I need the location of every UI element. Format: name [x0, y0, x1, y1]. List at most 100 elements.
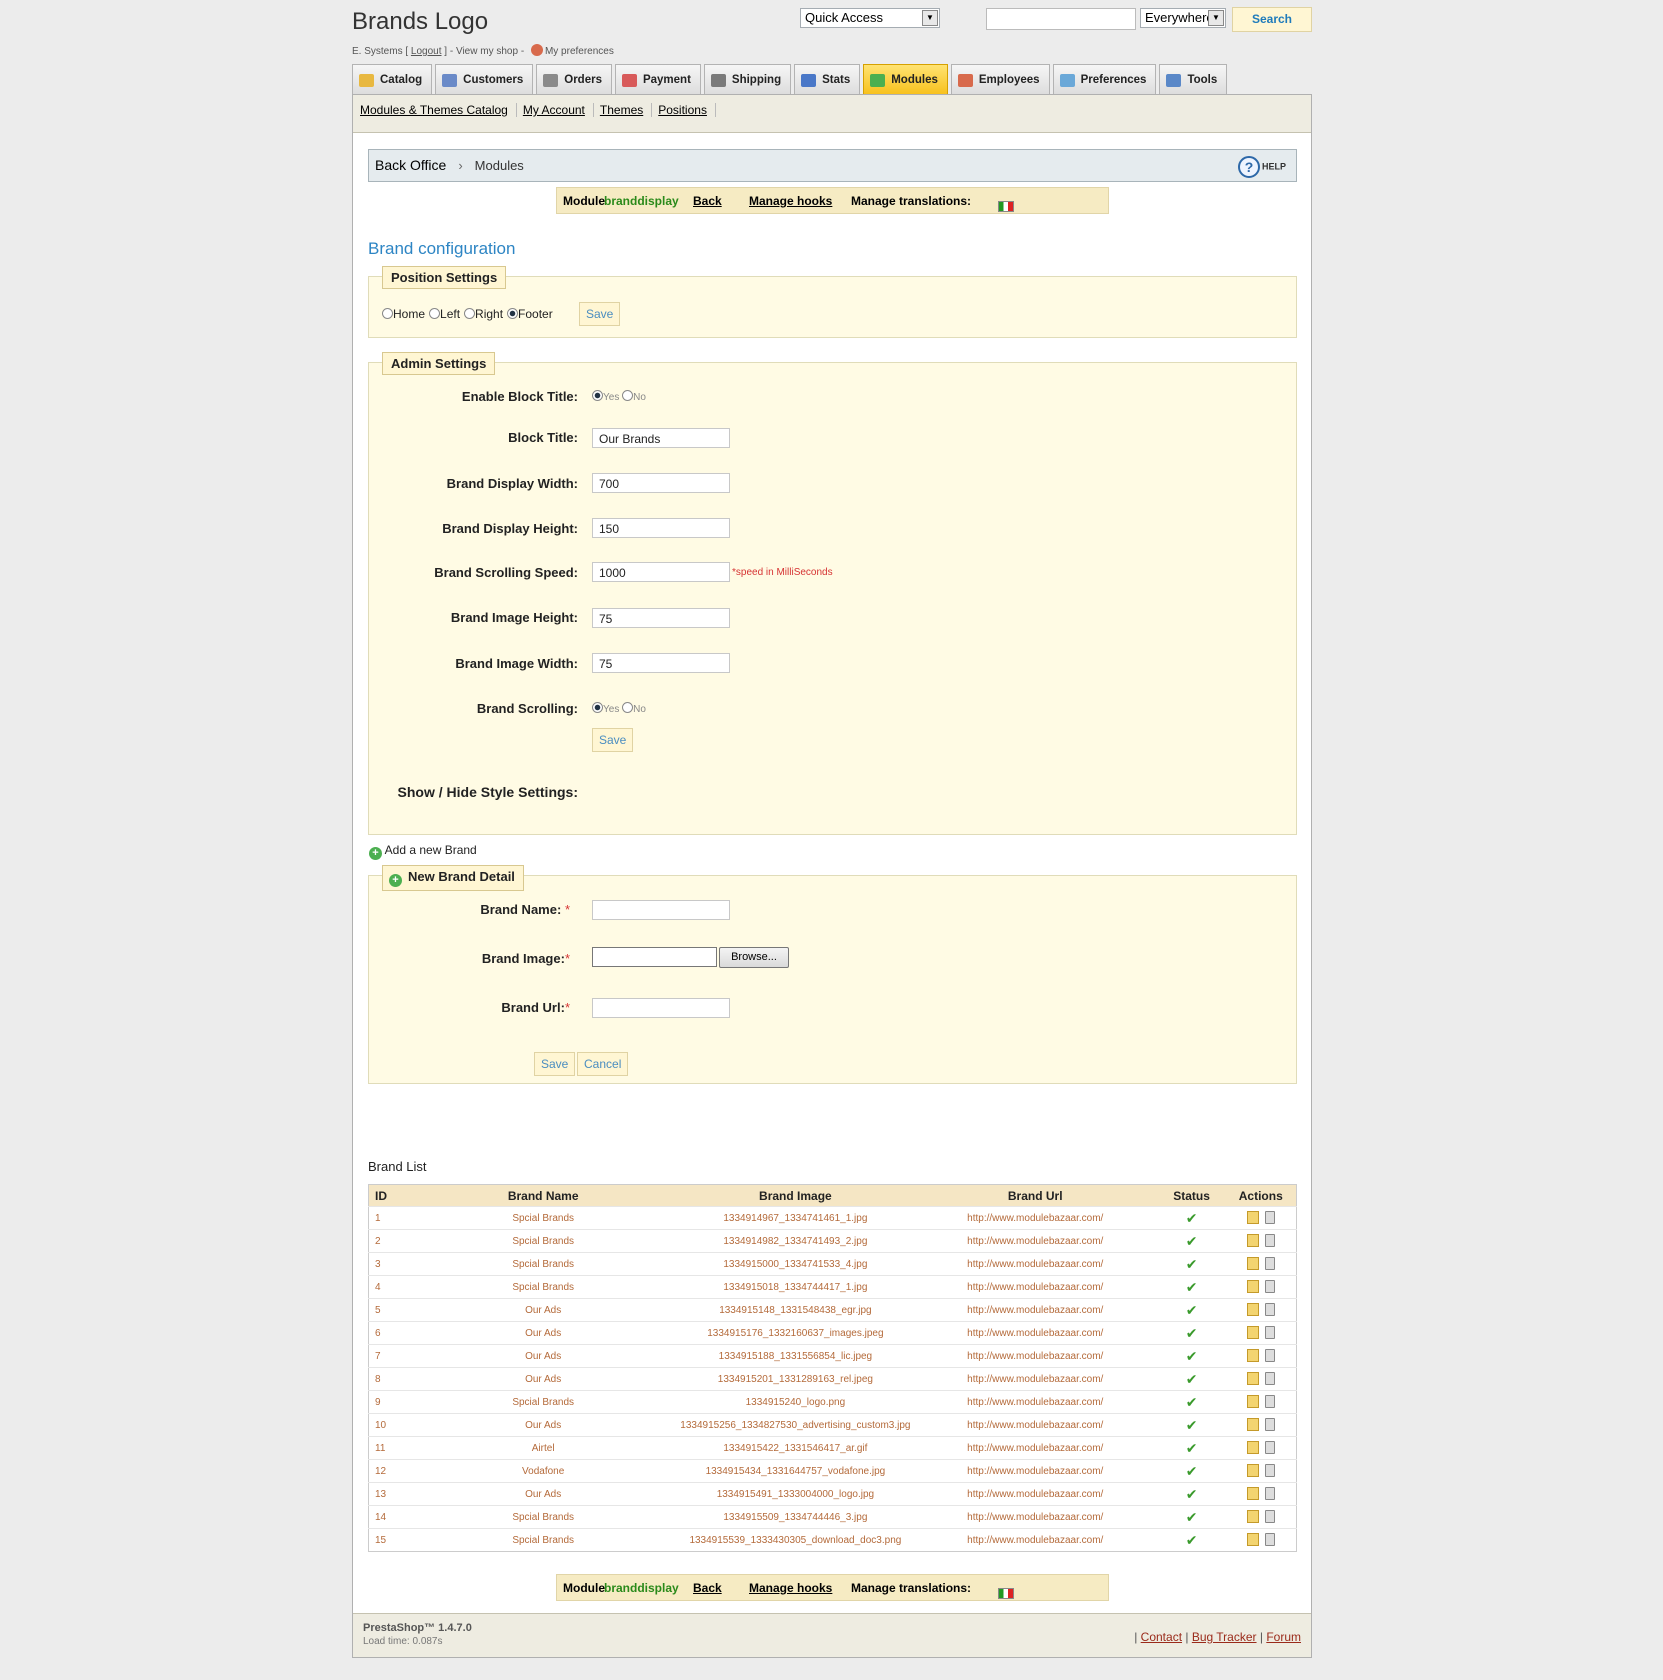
- edit-icon[interactable]: [1246, 1464, 1259, 1477]
- tab-catalog[interactable]: Catalog: [352, 64, 433, 95]
- edit-icon[interactable]: [1246, 1487, 1259, 1500]
- check-icon[interactable]: ✔: [1186, 1509, 1198, 1525]
- check-icon[interactable]: ✔: [1186, 1348, 1198, 1364]
- manage-hooks-link[interactable]: Manage hooks: [749, 1581, 832, 1595]
- tab-preferences[interactable]: Preferences: [1052, 64, 1157, 95]
- flag-it-icon[interactable]: [998, 201, 1014, 212]
- position-radio[interactable]: [507, 308, 519, 319]
- new-brand-save-button[interactable]: Save: [534, 1052, 576, 1076]
- check-icon[interactable]: ✔: [1186, 1302, 1198, 1318]
- edit-icon[interactable]: [1246, 1280, 1259, 1293]
- trash-icon[interactable]: [1264, 1257, 1275, 1270]
- brand-name-input[interactable]: [592, 900, 730, 920]
- edit-icon[interactable]: [1246, 1395, 1259, 1408]
- enable-block-title-no-radio[interactable]: [622, 390, 634, 401]
- trash-icon[interactable]: [1264, 1487, 1275, 1500]
- trash-icon[interactable]: [1264, 1441, 1275, 1454]
- admin-save-button[interactable]: Save: [592, 728, 634, 752]
- tab-orders[interactable]: Orders: [536, 64, 612, 95]
- check-icon[interactable]: ✔: [1186, 1394, 1198, 1410]
- edit-icon[interactable]: [1246, 1533, 1259, 1546]
- position-radio[interactable]: [464, 308, 476, 319]
- tab-tools[interactable]: Tools: [1159, 64, 1228, 95]
- browse-button[interactable]: Browse...: [719, 947, 789, 968]
- view-shop-link[interactable]: View my shop: [456, 46, 518, 57]
- trash-icon[interactable]: [1264, 1464, 1275, 1477]
- display-height-input[interactable]: 150: [592, 518, 730, 538]
- trash-icon[interactable]: [1264, 1395, 1275, 1408]
- edit-icon[interactable]: [1246, 1349, 1259, 1362]
- edit-icon[interactable]: [1246, 1211, 1259, 1224]
- position-radio[interactable]: [429, 308, 441, 319]
- check-icon[interactable]: ✔: [1186, 1325, 1198, 1341]
- trash-icon[interactable]: [1264, 1280, 1275, 1293]
- footer-link-bug-tracker[interactable]: Bug Tracker: [1192, 1630, 1257, 1644]
- module-back-link[interactable]: Back: [693, 1581, 722, 1595]
- help-button[interactable]: ? HELP: [1237, 156, 1286, 178]
- position-option-left[interactable]: Left: [429, 307, 460, 321]
- trash-icon[interactable]: [1264, 1372, 1275, 1385]
- search-scope-select[interactable]: Everywhere ▼: [1140, 8, 1226, 28]
- edit-icon[interactable]: [1246, 1303, 1259, 1316]
- check-icon[interactable]: ✔: [1186, 1256, 1198, 1272]
- brand-scrolling-yes-radio[interactable]: [592, 702, 603, 713]
- check-icon[interactable]: ✔: [1186, 1371, 1198, 1387]
- brand-scrolling-no-radio[interactable]: [622, 702, 634, 713]
- breadcrumb-root[interactable]: Back Office: [375, 157, 446, 173]
- tab-payment[interactable]: Payment: [614, 64, 701, 95]
- flag-it-icon[interactable]: [998, 1588, 1014, 1599]
- display-width-input[interactable]: 700: [592, 473, 730, 493]
- check-icon[interactable]: ✔: [1186, 1532, 1198, 1548]
- add-brand-link[interactable]: + Add a new Brand: [369, 843, 477, 860]
- subnav-item[interactable]: Modules & Themes Catalog: [359, 103, 517, 117]
- edit-icon[interactable]: [1246, 1326, 1259, 1339]
- quick-access-select[interactable]: Quick Access ▼: [800, 8, 940, 28]
- subnav-item[interactable]: My Account: [521, 103, 594, 117]
- subnav-item[interactable]: Positions: [657, 103, 716, 117]
- tab-stats[interactable]: Stats: [794, 64, 861, 95]
- check-icon[interactable]: ✔: [1186, 1279, 1198, 1295]
- edit-icon[interactable]: [1246, 1257, 1259, 1270]
- edit-icon[interactable]: [1246, 1372, 1259, 1385]
- position-radio[interactable]: [382, 308, 393, 319]
- image-width-input[interactable]: 75: [592, 653, 730, 673]
- edit-icon[interactable]: [1246, 1418, 1259, 1431]
- style-settings-toggle[interactable]: Show / Hide Style Settings:: [398, 784, 578, 800]
- search-input[interactable]: [986, 8, 1136, 30]
- trash-icon[interactable]: [1264, 1510, 1275, 1523]
- block-title-input[interactable]: Our Brands: [592, 428, 730, 448]
- scrolling-speed-input[interactable]: 1000: [592, 562, 730, 582]
- position-save-button[interactable]: Save: [579, 302, 621, 326]
- footer-link-contact[interactable]: Contact: [1141, 1630, 1182, 1644]
- module-back-link[interactable]: Back: [693, 194, 722, 208]
- trash-icon[interactable]: [1264, 1211, 1275, 1224]
- enable-block-title-yes-radio[interactable]: [592, 390, 603, 401]
- trash-icon[interactable]: [1264, 1418, 1275, 1431]
- tab-customers[interactable]: Customers: [435, 64, 534, 95]
- subnav-item[interactable]: Themes: [598, 103, 653, 117]
- new-brand-cancel-button[interactable]: Cancel: [577, 1052, 629, 1076]
- trash-icon[interactable]: [1264, 1326, 1275, 1339]
- edit-icon[interactable]: [1246, 1510, 1259, 1523]
- trash-icon[interactable]: [1264, 1533, 1275, 1546]
- my-preferences-link[interactable]: My preferences: [545, 46, 614, 57]
- check-icon[interactable]: ✔: [1186, 1440, 1198, 1456]
- footer-link-forum[interactable]: Forum: [1266, 1630, 1301, 1644]
- brand-image-file-input[interactable]: [592, 947, 717, 967]
- edit-icon[interactable]: [1246, 1234, 1259, 1247]
- edit-icon[interactable]: [1246, 1441, 1259, 1454]
- trash-icon[interactable]: [1264, 1349, 1275, 1362]
- check-icon[interactable]: ✔: [1186, 1463, 1198, 1479]
- trash-icon[interactable]: [1264, 1303, 1275, 1316]
- logout-link[interactable]: Logout: [411, 46, 442, 57]
- position-option-right[interactable]: Right: [464, 307, 503, 321]
- tab-shipping[interactable]: Shipping: [703, 64, 792, 95]
- tab-employees[interactable]: Employees: [950, 64, 1050, 95]
- check-icon[interactable]: ✔: [1186, 1417, 1198, 1433]
- position-option-home[interactable]: Home: [382, 307, 425, 321]
- check-icon[interactable]: ✔: [1186, 1210, 1198, 1226]
- tab-modules[interactable]: Modules: [863, 64, 948, 95]
- search-button[interactable]: Search: [1232, 7, 1312, 32]
- brand-url-input[interactable]: [592, 998, 730, 1018]
- trash-icon[interactable]: [1264, 1234, 1275, 1247]
